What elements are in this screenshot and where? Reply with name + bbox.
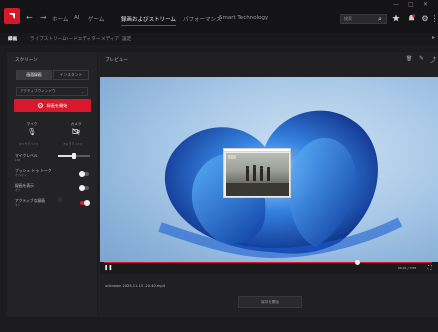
playback-progress-bar[interactable] [104,262,432,263]
fullscreen-icon[interactable]: ⛶ [428,265,432,271]
tab-instant[interactable]: インスタント [53,70,89,80]
nav-performance[interactable]: パフォーマンス [183,15,221,23]
subnav-media[interactable]: メディア [101,36,119,42]
push-to-talk-toggle[interactable] [79,171,89,177]
star-icon[interactable] [391,12,401,24]
amd-logo-icon[interactable] [4,8,20,24]
maximize-button[interactable]: □ [408,1,414,8]
capture-source-dropdown[interactable]: アクティブウィンドウ ⌄ [16,87,88,96]
subnav-hard-editor[interactable]: ハードエディター [64,36,100,42]
show-recording-value: オフ [15,188,21,192]
start-recording-label: 録画を開始 [46,102,68,108]
game-window-thumbnail [223,148,291,198]
camera-off-icon[interactable] [70,128,82,136]
mic-level-value: 100 [15,158,21,162]
slider-handle[interactable] [72,153,76,159]
dropdown-value: アクティブウィンドウ [20,89,56,93]
nav-home[interactable]: ホーム [52,15,68,23]
close-button[interactable]: ✕ [423,1,428,8]
collapse-icon[interactable]: ▸ [432,34,435,41]
subnav-record[interactable]: 録画 [8,36,17,42]
forward-arrow-icon[interactable]: → [40,13,47,22]
mic-device: マイクデバイス [19,142,39,146]
preview-title: プレビュー [105,58,128,63]
tab-screen-record[interactable]: 画面録画 [16,70,52,80]
start-recording-button[interactable]: 録画を開始 [14,99,91,112]
microphone-icon[interactable]: 🎙 [26,128,38,136]
subnav-settings[interactable]: 設定 [122,36,131,42]
edit-icon[interactable]: ✎ [419,55,424,62]
nav-smart-technology[interactable]: Smart Technology [219,15,268,21]
nav-ai[interactable]: AI [74,15,79,21]
search-icon[interactable]: ⌕ [375,13,385,25]
active-recording-value: オン [15,203,21,207]
mic-level-slider[interactable] [58,153,90,159]
minimize-button[interactable]: — [393,1,399,8]
pause-icon[interactable]: ❚❚ [104,265,112,271]
mic-label: マイク [26,122,38,126]
camera-label: カメラ [70,122,82,126]
start-saving-button[interactable]: 保存を開始 [238,296,302,308]
gear-icon[interactable]: ⚙ [420,12,430,24]
show-recording-toggle[interactable] [79,185,89,191]
nav-games[interactable]: ゲーム [88,15,104,23]
push-to-talk-value: オフ/オン [15,173,27,177]
playback-controls [100,262,438,274]
subnav-live-stream[interactable]: ライブストリーム [30,36,67,42]
time-display: 00:21 / 3:55 [398,266,417,270]
delete-icon[interactable]: 🗑 [406,56,412,62]
notification-bell-icon[interactable] [406,12,416,24]
scrubber-handle[interactable] [355,260,360,265]
back-arrow-icon[interactable]: ← [26,13,33,22]
camera-device: カメラデバイス [63,142,83,146]
share-icon[interactable]: ⤴ [430,55,436,64]
info-icon[interactable]: ⓘ [58,197,62,203]
nav-record-and-stream[interactable]: 録画およびストリーム [121,15,176,26]
menu-icon[interactable]: ⋮ [431,12,438,24]
chevron-down-icon: ⌄ [80,89,84,94]
panel-title: スクリーン [15,58,38,63]
active-recording-toggle[interactable] [80,200,90,206]
file-name: unknown 2025.11.13 -20.40.mp4 [105,284,165,288]
record-icon [37,103,43,108]
